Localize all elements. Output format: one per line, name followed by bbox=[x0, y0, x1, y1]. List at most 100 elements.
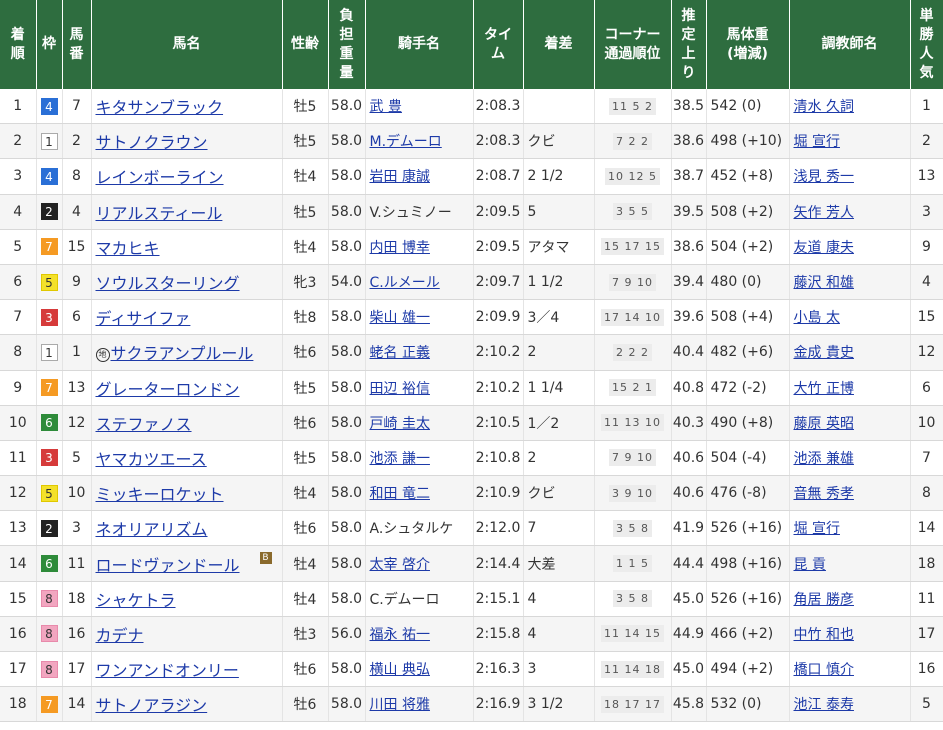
popularity-cell: 5 bbox=[910, 686, 943, 723]
trainer-name-link[interactable]: 堀 宣行 bbox=[794, 134, 840, 150]
sex-age-cell: 牡4 bbox=[282, 475, 329, 512]
last3f-cell: 40.4 bbox=[671, 334, 707, 371]
header-waku: 枠 bbox=[36, 0, 63, 89]
trainer-name-link[interactable]: 金成 貴史 bbox=[794, 345, 854, 361]
horse-name-link[interactable]: ワンアンドオンリー bbox=[96, 661, 239, 680]
jockey-name-link[interactable]: C.ルメール bbox=[370, 275, 440, 291]
trainer-name-link[interactable]: 角居 勝彦 bbox=[794, 592, 854, 608]
trainer-name-link[interactable]: 藤原 英昭 bbox=[794, 416, 854, 432]
jockey-name-link[interactable]: 和田 竜二 bbox=[370, 486, 430, 502]
waku-badge: 7 bbox=[40, 238, 58, 256]
horse-name-link[interactable]: ネオリアリズム bbox=[96, 520, 208, 539]
waku-badge: 5 bbox=[40, 273, 58, 291]
corner-cell: 7 9 10 bbox=[594, 440, 672, 477]
trainer-name-link[interactable]: 池江 泰寿 bbox=[794, 697, 854, 713]
jockey-cell: 池添 謙一 bbox=[365, 440, 474, 477]
horse-name-link[interactable]: サトノクラウン bbox=[96, 133, 208, 152]
umaban-cell: 2 bbox=[62, 123, 92, 160]
corner-positions: 2 2 2 bbox=[613, 343, 652, 361]
trainer-name-link[interactable]: 昆 貢 bbox=[794, 557, 826, 573]
waku-badge: 6 bbox=[40, 414, 58, 432]
horse-name-link[interactable]: ステファノス bbox=[96, 415, 192, 434]
popularity-cell: 8 bbox=[910, 475, 943, 512]
trainer-name-link[interactable]: 友道 康夫 bbox=[794, 240, 854, 256]
jockey-name-link[interactable]: 内田 博幸 bbox=[370, 240, 430, 256]
corner-positions: 3 9 10 bbox=[609, 484, 656, 502]
corner-cell: 11 14 15 bbox=[594, 616, 672, 653]
weight-cell: 58.0 bbox=[328, 334, 366, 371]
horse-name-link[interactable]: サトノアラジン bbox=[96, 696, 208, 715]
horse-name-link[interactable]: ヤマカツエース bbox=[96, 450, 207, 469]
jockey-name-link[interactable]: 福永 祐一 bbox=[370, 627, 430, 643]
rank-cell: 17 bbox=[0, 651, 37, 688]
horse-name-cell: サトノクラウン bbox=[91, 123, 283, 160]
popularity-cell: 13 bbox=[910, 158, 943, 195]
trainer-cell: 大竹 正博 bbox=[789, 370, 911, 406]
horse-name-link[interactable]: シャケトラ bbox=[96, 591, 176, 610]
jockey-name-link[interactable]: 戸崎 圭太 bbox=[370, 416, 430, 432]
jockey-name-link[interactable]: 横山 典弘 bbox=[370, 662, 430, 678]
horse-name-cell: レインボーライン bbox=[91, 158, 283, 195]
table-row: 15 8 18 シャケトラ 牡4 58.0 C.デムーロ 2:15.1 4 3 5 8 45.0 52… bbox=[0, 581, 943, 617]
rank-cell: 16 bbox=[0, 616, 37, 653]
race-result-table: 着順 枠 馬番 馬名 性齢 負担重量 騎手名 タイム 着差 コーナー 通過順位 推… bbox=[0, 0, 943, 723]
horse-name-link[interactable]: ソウルスターリング bbox=[96, 274, 240, 293]
jockey-name-link[interactable]: M.デムーロ bbox=[370, 134, 442, 150]
horse-name-link[interactable]: キタサンブラック bbox=[96, 98, 224, 117]
umaban-cell: 15 bbox=[62, 229, 92, 265]
horse-name-link[interactable]: サクラアンプルール bbox=[111, 344, 254, 363]
jockey-name: A.シュタルケ bbox=[369, 521, 454, 538]
corner-positions: 7 9 10 bbox=[609, 449, 656, 467]
jockey-name-link[interactable]: 岩田 康誠 bbox=[370, 169, 430, 185]
horse-name-link[interactable]: カデナ bbox=[96, 626, 144, 645]
trainer-name-link[interactable]: 堀 宣行 bbox=[794, 521, 840, 537]
horse-name-cell: カデナ bbox=[91, 616, 283, 653]
margin-cell: 4 bbox=[523, 581, 595, 617]
trainer-name-link[interactable]: 中竹 和也 bbox=[794, 627, 854, 643]
trainer-name-link[interactable]: 大竹 正博 bbox=[794, 381, 854, 397]
sex-age-cell: 牡4 bbox=[282, 229, 329, 265]
margin-cell: 2 1/2 bbox=[523, 158, 595, 195]
jockey-name-link[interactable]: 太宰 啓介 bbox=[370, 557, 430, 573]
horse-name-link[interactable]: マカヒキ bbox=[96, 239, 160, 258]
jockey-name-link[interactable]: 田辺 裕信 bbox=[370, 381, 430, 397]
jockey-cell: 福永 祐一 bbox=[365, 616, 474, 653]
jockey-cell: V.シュミノー bbox=[365, 194, 474, 230]
horse-name-link[interactable]: ディサイファ bbox=[96, 309, 191, 328]
last3f-cell: 45.8 bbox=[671, 686, 707, 723]
jockey-cell: A.シュタルケ bbox=[365, 510, 474, 547]
waku-badge: 8 bbox=[40, 625, 58, 643]
trainer-name-link[interactable]: 藤沢 和雄 bbox=[794, 275, 854, 291]
jockey-name-link[interactable]: 池添 謙一 bbox=[370, 451, 430, 467]
trainer-name-link[interactable]: 音無 秀孝 bbox=[794, 486, 854, 502]
jockey-name-link[interactable]: 川田 将雅 bbox=[370, 697, 430, 713]
trainer-name-link[interactable]: 矢作 芳人 bbox=[794, 205, 854, 221]
trainer-name-link[interactable]: 池添 兼雄 bbox=[794, 451, 854, 467]
header-line: 性齢 bbox=[291, 36, 319, 52]
trainer-name-link[interactable]: 清水 久詞 bbox=[794, 99, 854, 115]
jockey-name-link[interactable]: 蛯名 正義 bbox=[370, 345, 430, 361]
trainer-name-link[interactable]: 小島 太 bbox=[794, 310, 840, 326]
trainer-name-link[interactable]: 浅見 秀一 bbox=[794, 169, 854, 185]
corner-cell: 1 1 5 bbox=[594, 545, 672, 582]
horse-name-link[interactable]: グレーターロンドン bbox=[96, 380, 240, 399]
umaban-cell: 6 bbox=[62, 299, 92, 336]
horse-name-link[interactable]: ミッキーロケット bbox=[96, 485, 224, 504]
last3f-cell: 38.6 bbox=[671, 229, 707, 265]
weight-cell: 58.0 bbox=[328, 440, 366, 477]
last3f-cell: 45.0 bbox=[671, 581, 707, 617]
horse-name-link[interactable]: レインボーライン bbox=[96, 168, 224, 187]
time-cell: 2:09.5 bbox=[473, 194, 524, 230]
horse-name-link[interactable]: ロードヴァンドール bbox=[96, 556, 240, 575]
header-corner: コーナー 通過順位 bbox=[594, 0, 672, 89]
trainer-name-link[interactable]: 橋口 慎介 bbox=[794, 662, 854, 678]
jockey-name-link[interactable]: 武 豊 bbox=[370, 99, 402, 115]
corner-positions: 3 5 8 bbox=[613, 590, 652, 608]
jockey-name-link[interactable]: 柴山 雄一 bbox=[370, 310, 430, 326]
body-weight-cell: 476 (-8) bbox=[706, 475, 790, 512]
time-cell: 2:10.5 bbox=[473, 405, 524, 441]
waku-badge: 8 bbox=[40, 590, 58, 608]
horse-name-link[interactable]: リアルスティール bbox=[96, 204, 223, 223]
jockey-cell: M.デムーロ bbox=[365, 123, 474, 160]
table-row: 7 3 6 ディサイファ 牡8 58.0 柴山 雄一 2:09.9 3／4 17 14 10 39.… bbox=[0, 299, 943, 336]
